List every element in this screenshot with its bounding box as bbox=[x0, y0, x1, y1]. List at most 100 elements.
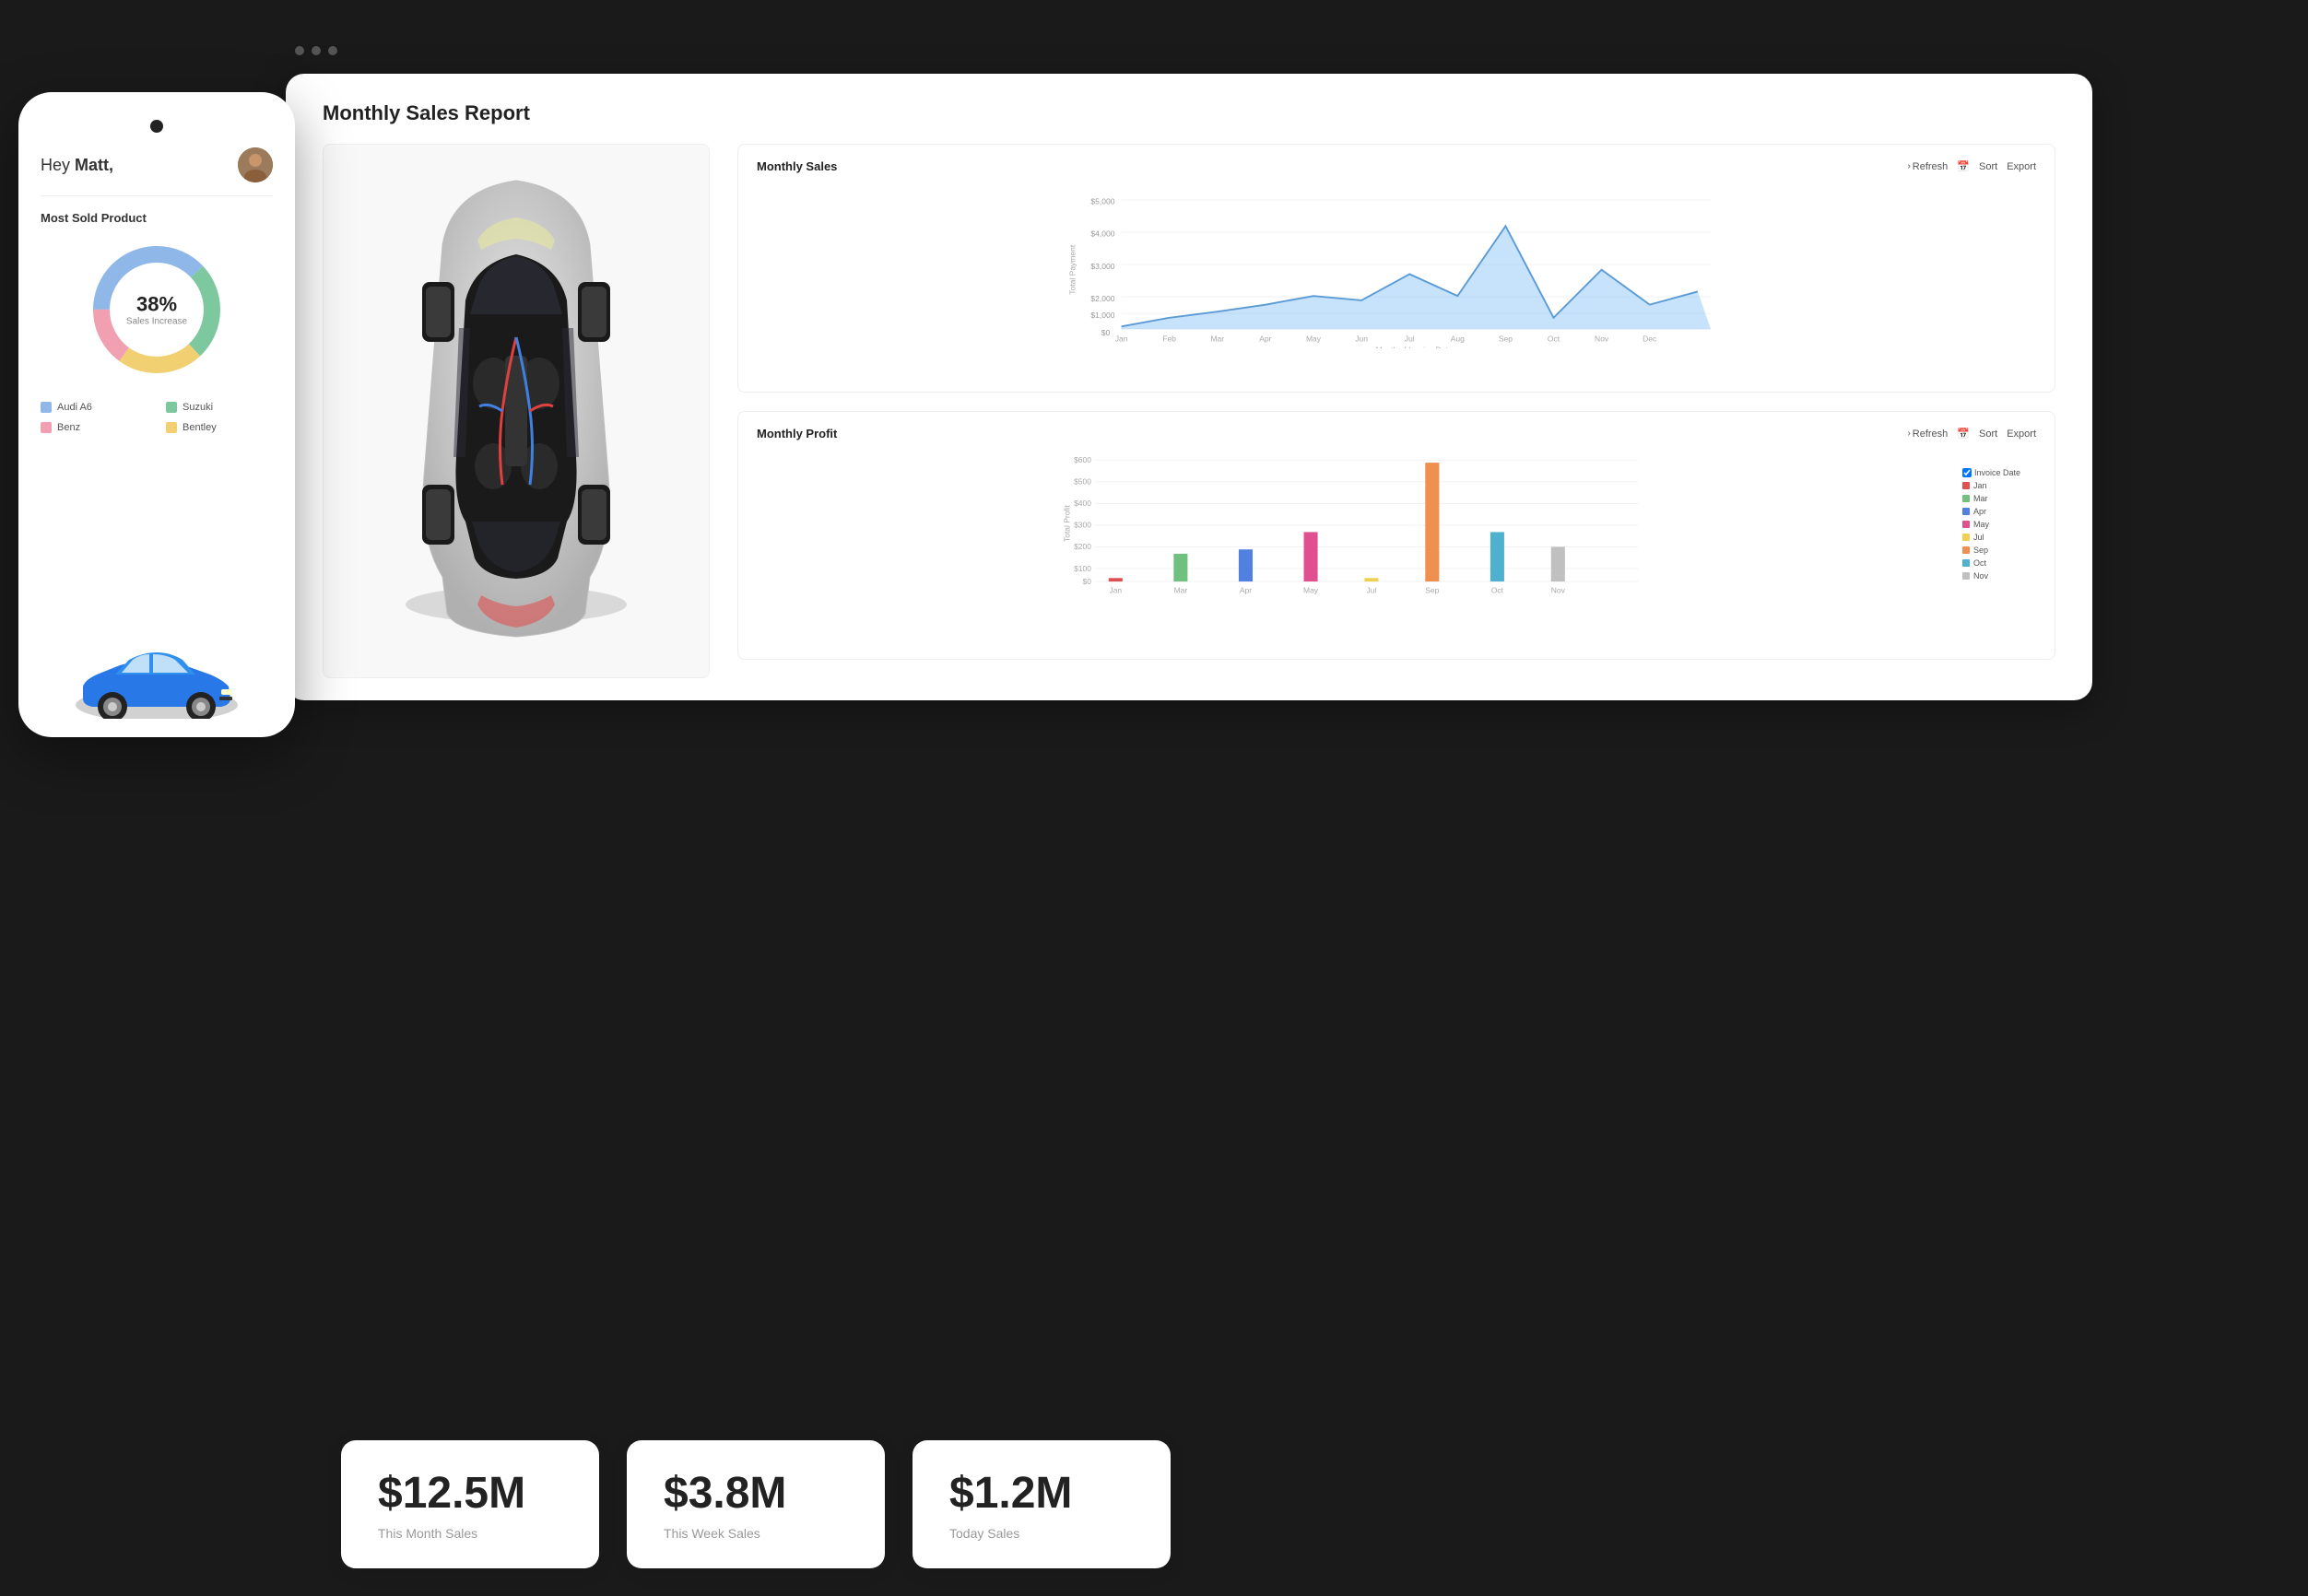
svg-text:Oct: Oct bbox=[1491, 585, 1504, 594]
svg-text:Feb: Feb bbox=[1162, 334, 1176, 343]
report-title: Monthly Sales Report bbox=[323, 101, 2055, 125]
phone-car-image bbox=[41, 608, 273, 719]
phone-header: Hey Matt, bbox=[41, 147, 273, 196]
legend-label-jul: Jul bbox=[1973, 533, 1984, 542]
svg-text:$0: $0 bbox=[1083, 577, 1092, 586]
legend-dot-oct bbox=[1962, 559, 1970, 567]
legend-dot-nov bbox=[1962, 572, 1970, 580]
chart-header-sales: Monthly Sales › Refresh 📅 Sort Export bbox=[757, 159, 2036, 173]
area-chart-svg: $5,000 $4,000 $3,000 $2,000 $1,000 $0 To… bbox=[757, 182, 2036, 348]
sort-btn-profit[interactable]: Sort bbox=[1979, 428, 1997, 440]
chart-actions-sales: › Refresh 📅 Sort Export bbox=[1907, 160, 2036, 172]
calendar-icon-sales[interactable]: 📅 bbox=[1957, 160, 1970, 172]
svg-text:$500: $500 bbox=[1074, 477, 1091, 487]
legend-label-oct: Oct bbox=[1973, 558, 1986, 568]
svg-text:Total Payment: Total Payment bbox=[1067, 244, 1077, 295]
donut-percent: 38% bbox=[126, 293, 187, 317]
invoice-date-checkbox[interactable] bbox=[1962, 468, 1972, 477]
svg-text:Total Profit: Total Profit bbox=[1062, 504, 1071, 542]
avatar bbox=[238, 147, 273, 182]
invoice-date-label: Invoice Date bbox=[1974, 468, 2020, 477]
dot-3 bbox=[328, 46, 337, 55]
svg-text:$1,000: $1,000 bbox=[1090, 311, 1114, 320]
export-btn-sales[interactable]: Export bbox=[2007, 161, 2036, 172]
legend-dot-jul bbox=[1962, 534, 1970, 541]
refresh-btn-profit[interactable]: › Refresh bbox=[1907, 428, 1948, 440]
car-showcase bbox=[323, 144, 710, 678]
legend-bentley: Bentley bbox=[166, 422, 273, 433]
stat-card-week: $3.8M This Week Sales bbox=[627, 1440, 885, 1568]
refresh-label: Refresh bbox=[1913, 161, 1949, 172]
svg-text:Sep: Sep bbox=[1499, 334, 1513, 343]
refresh-btn-sales[interactable]: › Refresh bbox=[1907, 161, 1948, 172]
stat-card-month: $12.5M This Month Sales bbox=[341, 1440, 599, 1568]
legend-dot-jan bbox=[1962, 482, 1970, 489]
stat-value-week: $3.8M bbox=[664, 1468, 848, 1519]
legend-dot-apr bbox=[1962, 508, 1970, 515]
svg-text:Month of Invoice Date: Month of Invoice Date bbox=[1376, 346, 1453, 348]
export-btn-profit[interactable]: Export bbox=[2007, 428, 2036, 440]
legend-benz: Benz bbox=[41, 422, 147, 433]
svg-text:Jun: Jun bbox=[1355, 334, 1368, 343]
legend-dot-mar bbox=[1962, 495, 1970, 502]
svg-text:May: May bbox=[1303, 585, 1319, 594]
phone-mockup: Hey Matt, Most Sold Product bbox=[18, 92, 295, 737]
legend-jul: Jul bbox=[1962, 533, 2036, 542]
svg-text:$100: $100 bbox=[1074, 564, 1091, 573]
svg-text:Mar: Mar bbox=[1210, 334, 1224, 343]
svg-text:Jan: Jan bbox=[1109, 585, 1122, 594]
svg-text:$5,000: $5,000 bbox=[1090, 197, 1114, 206]
legend-dot-suzuki bbox=[166, 402, 177, 413]
legend-label-jan: Jan bbox=[1973, 481, 1987, 490]
stat-label-month: This Month Sales bbox=[378, 1526, 562, 1541]
svg-text:May: May bbox=[1306, 334, 1322, 343]
bar-chart-legend: Invoice Date Jan Mar Apr bbox=[1962, 450, 2036, 597]
donut-center: 38% Sales Increase bbox=[126, 293, 187, 327]
svg-text:Nov: Nov bbox=[1551, 585, 1566, 594]
phone-camera bbox=[150, 120, 163, 133]
legend-nov: Nov bbox=[1962, 571, 2036, 581]
svg-text:$200: $200 bbox=[1074, 542, 1091, 551]
svg-text:Mar: Mar bbox=[1174, 585, 1188, 594]
avatar-image bbox=[238, 147, 273, 182]
stat-value-month: $12.5M bbox=[378, 1468, 562, 1519]
monthly-sales-title: Monthly Sales bbox=[757, 159, 837, 173]
car-topdown-svg bbox=[341, 153, 691, 669]
svg-text:$600: $600 bbox=[1074, 455, 1091, 464]
legend-suzuki: Suzuki bbox=[166, 402, 273, 413]
legend-sep: Sep bbox=[1962, 546, 2036, 555]
legend-mar: Mar bbox=[1962, 494, 2036, 503]
legend-label-sep: Sep bbox=[1973, 546, 1988, 555]
legend-dot-benz bbox=[41, 422, 52, 433]
bar-chart-svg: $600 $500 $400 $300 $200 $100 $0 bbox=[757, 450, 1955, 597]
bar-chart-area: $600 $500 $400 $300 $200 $100 $0 bbox=[757, 450, 2036, 597]
svg-text:$2,000: $2,000 bbox=[1090, 294, 1114, 303]
svg-text:$0: $0 bbox=[1101, 328, 1111, 337]
blue-car-svg bbox=[55, 636, 258, 719]
stat-label-week: This Week Sales bbox=[664, 1526, 848, 1541]
legend-dot-may bbox=[1962, 521, 1970, 528]
donut-label: Sales Increase bbox=[126, 317, 187, 327]
legend-dot-sep bbox=[1962, 546, 1970, 554]
dashboard-panel: Monthly Sales Report bbox=[286, 74, 2092, 700]
monthly-profit-title: Monthly Profit bbox=[757, 427, 837, 440]
svg-text:Dec: Dec bbox=[1643, 334, 1657, 343]
greeting-text: Hey Matt, bbox=[41, 156, 113, 175]
username: Matt, bbox=[75, 156, 113, 174]
chart-actions-profit: › Refresh 📅 Sort Export bbox=[1907, 428, 2036, 440]
dot-2 bbox=[312, 46, 321, 55]
svg-text:Nov: Nov bbox=[1595, 334, 1609, 343]
legend-label-nov: Nov bbox=[1973, 571, 1988, 581]
svg-text:$400: $400 bbox=[1074, 499, 1091, 508]
legend-label-audi: Audi A6 bbox=[57, 402, 92, 413]
svg-text:$4,000: $4,000 bbox=[1090, 229, 1114, 239]
sort-btn-sales[interactable]: Sort bbox=[1979, 161, 1997, 172]
legend-may: May bbox=[1962, 520, 2036, 529]
dashboard-content: Monthly Sales › Refresh 📅 Sort Export $5… bbox=[323, 144, 2055, 660]
calendar-icon-profit[interactable]: 📅 bbox=[1957, 428, 1970, 440]
svg-text:Jul: Jul bbox=[1367, 585, 1377, 594]
legend-label-mar: Mar bbox=[1973, 494, 1988, 503]
svg-text:Jul: Jul bbox=[1405, 334, 1415, 343]
legend-apr: Apr bbox=[1962, 507, 2036, 516]
svg-text:Sep: Sep bbox=[1425, 585, 1439, 594]
